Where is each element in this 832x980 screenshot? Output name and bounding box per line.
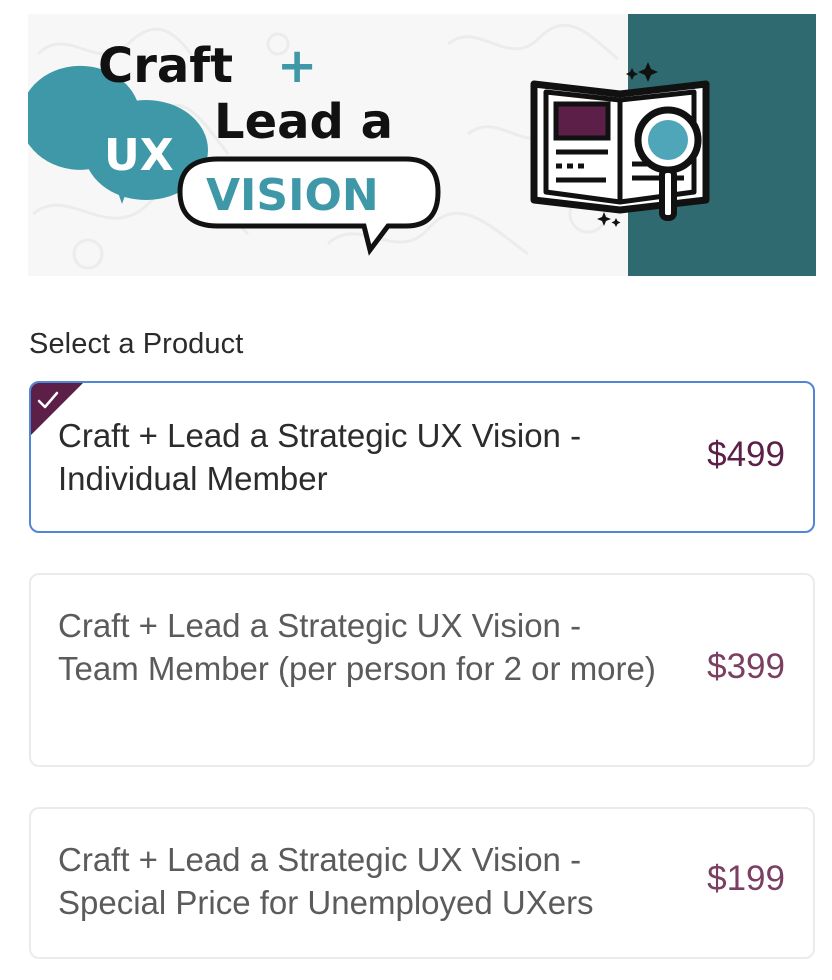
product-name: Craft + Lead a Strategic UX Vision - Spe…: [58, 841, 594, 921]
svg-text:VISION: VISION: [206, 170, 379, 221]
section-title: Select a Product: [29, 328, 244, 360]
page: Craft + Lead a UX VISION Select a Produc…: [0, 0, 832, 980]
svg-text:Craft: Craft: [98, 38, 233, 94]
product-option-individual[interactable]: Craft + Lead a Strategic UX Vision - Ind…: [29, 381, 815, 533]
svg-text:Lead a: Lead a: [214, 94, 393, 150]
course-logo: Craft + Lead a UX VISION: [28, 38, 441, 256]
product-option-unemployed[interactable]: Craft + Lead a Strategic UX Vision - Spe…: [29, 807, 815, 959]
svg-text:UX: UX: [104, 130, 174, 181]
product-price: $499: [707, 435, 785, 474]
product-price: $199: [707, 859, 785, 898]
product-name: Craft + Lead a Strategic UX Vision - Ind…: [58, 417, 582, 497]
book-magnifier-icon: [530, 62, 710, 227]
svg-text:+: +: [277, 38, 317, 94]
course-banner: Craft + Lead a UX VISION: [28, 14, 816, 276]
product-price: $399: [707, 647, 785, 686]
product-name: Craft + Lead a Strategic UX Vision - Tea…: [58, 607, 656, 687]
product-option-team[interactable]: Craft + Lead a Strategic UX Vision - Tea…: [29, 573, 815, 767]
